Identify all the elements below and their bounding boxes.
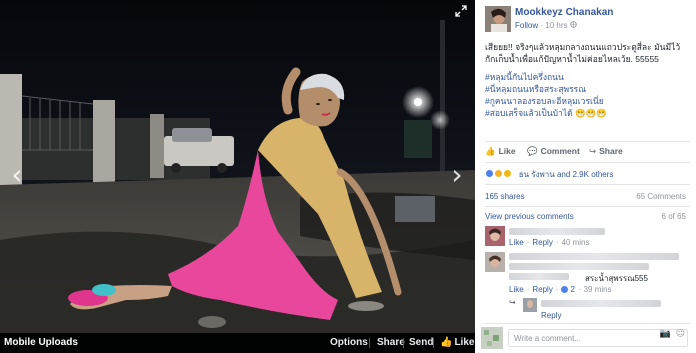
reaction-count[interactable]: 2: [561, 285, 575, 294]
reactions-summary[interactable]: ธน รังพาน and 2.9K others: [485, 168, 613, 181]
divider: [485, 162, 690, 163]
expand-icon[interactable]: [455, 4, 469, 18]
post-stats: 165 shares 65 Comments: [485, 192, 690, 201]
reactions-text: ธน รังพาน and 2.9K others: [518, 170, 614, 179]
dot-separator: ·: [526, 238, 530, 247]
commenter-avatar[interactable]: [485, 252, 505, 272]
caption-text: เสียยย!! จริงๆแล้วหลุมกลางถนนแถวประตูสี่…: [485, 42, 681, 64]
redacted-name: [509, 228, 605, 235]
redacted-comment: [509, 263, 649, 270]
share-button[interactable]: ↪ Share: [589, 146, 623, 157]
like-photo-label: Like: [454, 337, 475, 348]
comment-label: Comment: [540, 146, 580, 156]
reply-actions: Reply: [541, 311, 561, 320]
comment-time[interactable]: 40 mins: [561, 238, 589, 247]
divider: [485, 323, 690, 324]
separator: [433, 338, 434, 348]
photo-illustration: [0, 0, 475, 333]
my-avatar: [481, 327, 503, 349]
redacted-comment: [509, 253, 679, 260]
reply-avatar[interactable]: [523, 298, 537, 312]
reply-arrow-icon: ↪: [509, 298, 516, 307]
post-meta: Follow · 10 hrs: [515, 21, 577, 30]
hashtag[interactable]: #กูคนนาลองรอบละอีหลุมเวรเนี่ย: [485, 95, 690, 107]
photo: [0, 0, 475, 333]
globe-icon: [570, 21, 577, 30]
comment-composer: Write a comment... 📷 ☺: [481, 326, 691, 350]
comment-icon: 💬: [527, 147, 538, 157]
meta-separator: ·: [540, 21, 544, 30]
hashtag[interactable]: #หลุมนี้กันไปครึ่งถนน: [485, 71, 690, 83]
haha-reaction-icon: [494, 169, 504, 178]
options-button[interactable]: Options: [330, 337, 368, 348]
reply-link[interactable]: Reply: [541, 311, 561, 320]
comments-count[interactable]: 65 Comments: [636, 192, 686, 201]
like-reaction-icon: [485, 169, 494, 178]
emoji-icon[interactable]: ☺: [676, 329, 685, 339]
post-caption: เสียยย!! จริงๆแล้วหลุมกลางถนนแถวประตูสี่…: [485, 41, 690, 119]
commenter-avatar[interactable]: [485, 226, 505, 246]
separator: [403, 338, 404, 348]
like-label: Like: [498, 146, 516, 156]
comment-progress: 6 of 65: [661, 212, 686, 221]
photo-action-bar: Mobile Uploads Options Share Send 👍 Like: [0, 333, 475, 353]
hashtag-list: #หลุมนี้กันไปครึ่งถนน #นี่หลุมถนนหรือสระ…: [485, 71, 690, 119]
dot-separator: ·: [526, 285, 530, 294]
divider: [485, 184, 690, 185]
send-button[interactable]: Send: [409, 337, 433, 348]
share-label: Share: [599, 146, 623, 156]
camera-icon[interactable]: 📷: [660, 329, 671, 339]
previous-photo-button[interactable]: ‹: [6, 160, 28, 190]
shares-count[interactable]: 165 shares: [485, 192, 525, 201]
comment-reply-link[interactable]: Reply: [532, 238, 552, 247]
thumbs-up-icon: 👍: [440, 337, 453, 348]
comment-actions: Like · Reply · 40 mins: [509, 238, 590, 247]
share-icon: ↪: [589, 147, 597, 157]
album-link[interactable]: Mobile Uploads: [4, 337, 78, 348]
divider: [485, 141, 690, 142]
dot-separator: ·: [555, 285, 559, 294]
like-photo-button[interactable]: 👍 Like: [440, 337, 474, 348]
redacted-comment: [509, 273, 569, 280]
redacted-reply: [541, 300, 661, 307]
photo-viewer: ‹ › Mobile Uploads Options Share Send 👍 L…: [0, 0, 475, 353]
post-panel: Mookkeyz Chanakan Follow · 10 hrs เสียยย…: [475, 0, 696, 353]
comment-button[interactable]: 💬 Comment: [527, 146, 580, 157]
separator: [369, 338, 370, 348]
view-previous-comments: View previous comments 6 of 65: [485, 212, 690, 221]
follow-button[interactable]: Follow: [515, 21, 538, 30]
comment-like-link[interactable]: Like: [509, 238, 524, 247]
post-actions: 👍 Like 💬 Comment ↪ Share: [485, 146, 690, 160]
author-name[interactable]: Mookkeyz Chanakan: [515, 7, 613, 18]
avatar[interactable]: [485, 6, 511, 32]
hashtag[interactable]: #นี่หลุมถนนหรือสระสุพรรณ: [485, 83, 690, 95]
comment-like-link[interactable]: Like: [509, 285, 524, 294]
like-button[interactable]: 👍 Like: [485, 146, 516, 157]
post-header: Mookkeyz Chanakan Follow · 10 hrs: [475, 0, 696, 40]
next-photo-button[interactable]: ›: [446, 160, 468, 190]
view-previous-link[interactable]: View previous comments: [485, 212, 574, 221]
dot-separator: ·: [577, 285, 581, 294]
reaction-count-value: 2: [570, 285, 575, 294]
comment-actions: Like · Reply · 2 · 39 mins: [509, 285, 612, 294]
comment-time[interactable]: 39 mins: [584, 285, 612, 294]
like-reaction-icon: [561, 286, 569, 293]
share-photo-button[interactable]: Share: [377, 337, 405, 348]
divider: [485, 206, 690, 207]
thumbs-up-icon: 👍: [485, 147, 496, 157]
comment-text: สระน้ำสุพรรณ555: [585, 274, 648, 283]
hashtag[interactable]: #สอบเสร็จแล้วเป็นบ้าได้ 😁😁😁: [485, 107, 690, 119]
dot-separator: ·: [555, 238, 559, 247]
wow-reaction-icon: [503, 169, 513, 178]
post-time[interactable]: 10 hrs: [545, 21, 567, 30]
comment-reply-link[interactable]: Reply: [532, 285, 552, 294]
